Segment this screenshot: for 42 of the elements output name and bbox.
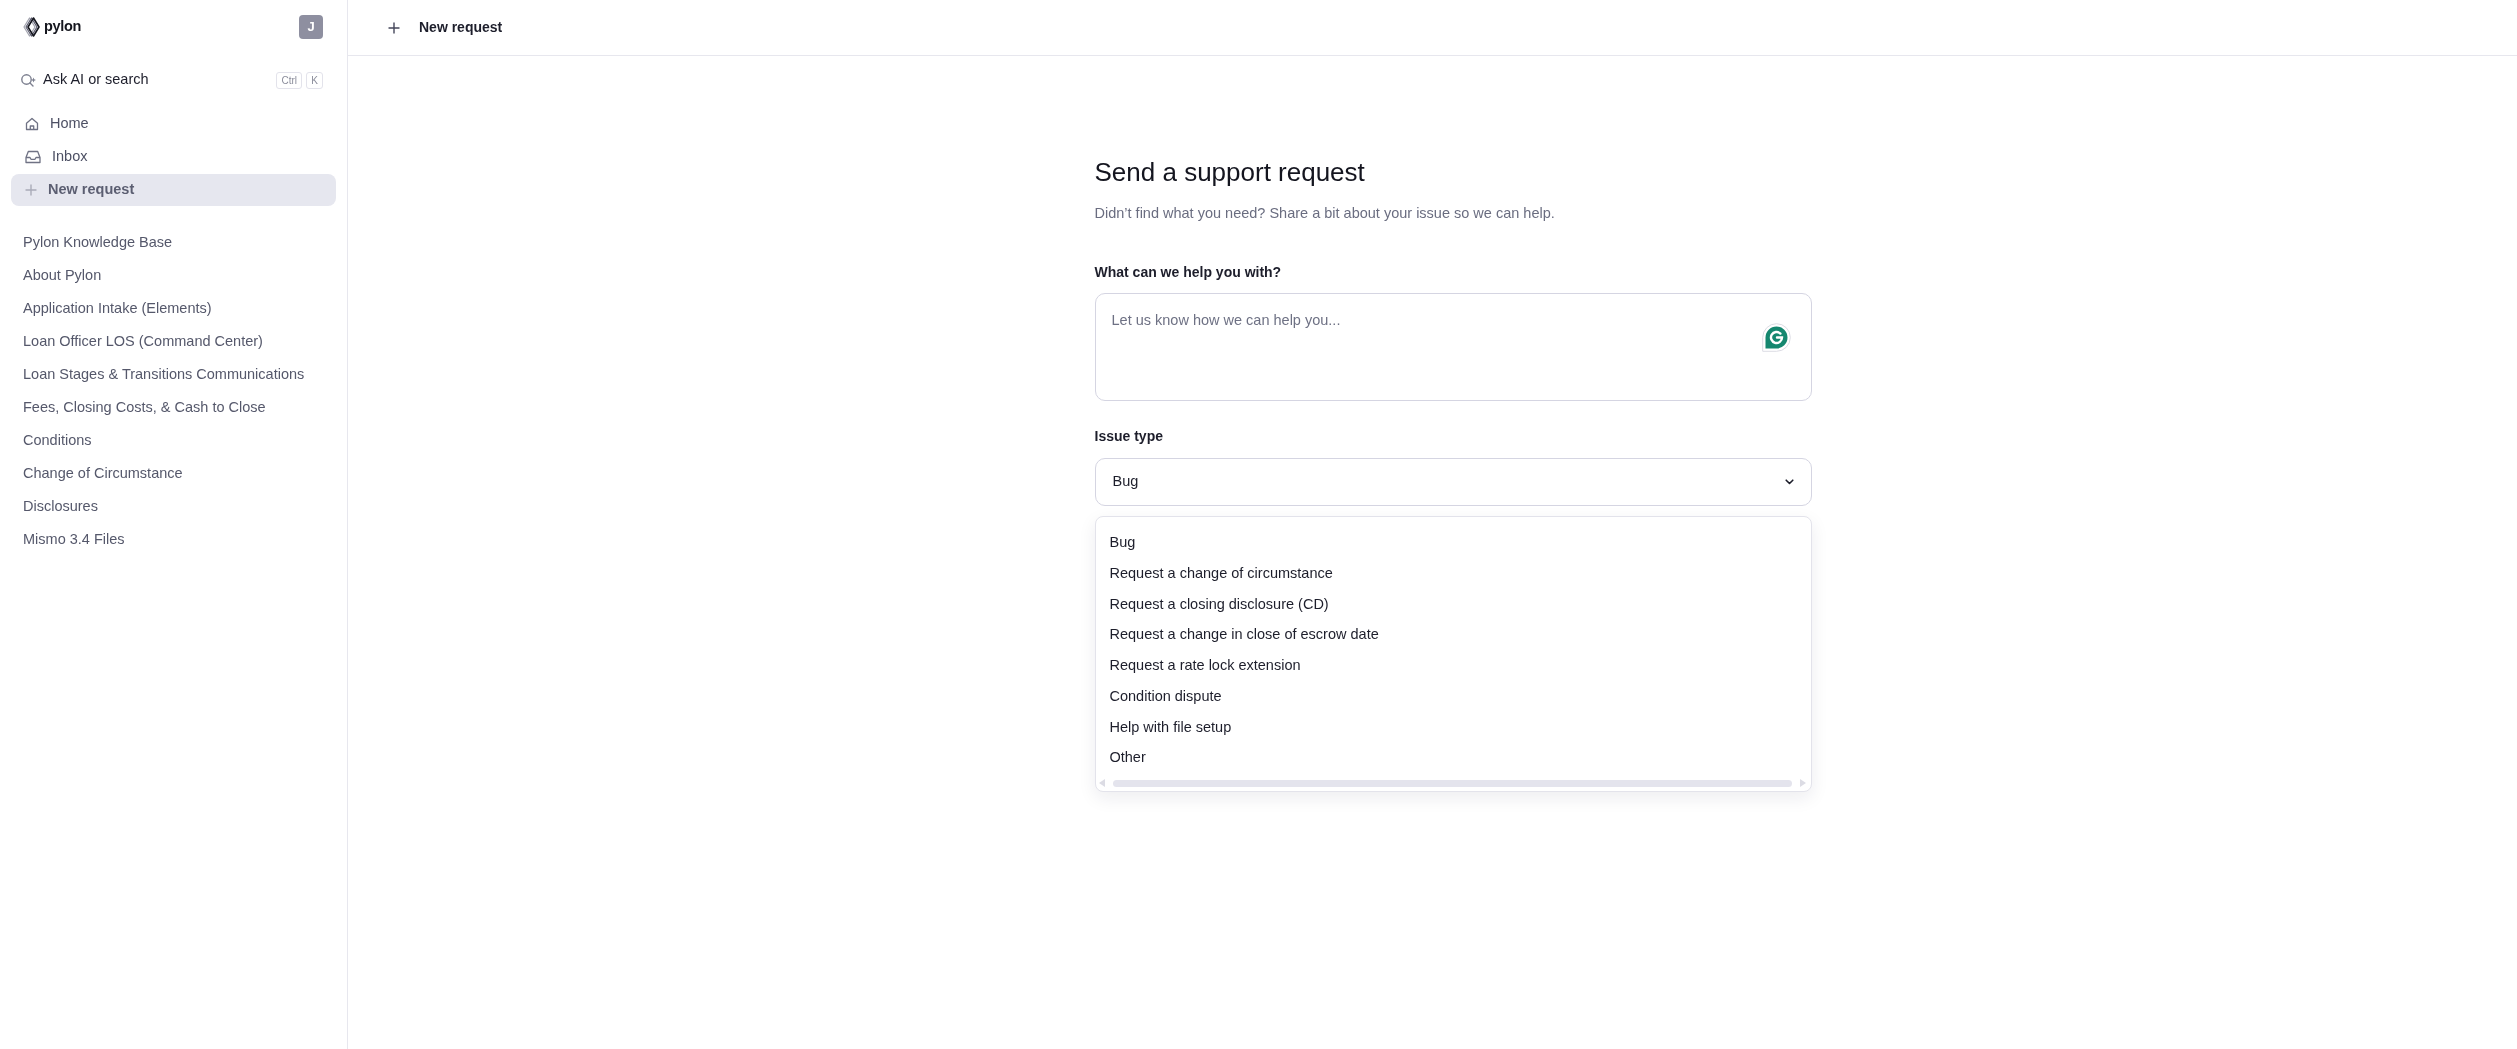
search-button[interactable]: Ask AI or search: [20, 69, 149, 91]
nav-item[interactable]: New request: [11, 174, 336, 206]
sidebar-link[interactable]: Fees, Closing Costs, & Cash to Close: [11, 391, 266, 424]
left-arrow-icon[interactable]: [1098, 779, 1105, 787]
search-sparkle-icon: [20, 73, 36, 87]
plus-icon: [388, 21, 400, 34]
shortcut-key: K: [306, 71, 323, 89]
inbox-icon: [25, 150, 41, 164]
form-title: Send a support request: [1094, 156, 1366, 188]
field-label: Issue type: [1094, 427, 1164, 446]
diamond-logo-icon: [23, 17, 40, 37]
dropdown-option[interactable]: Other: [1095, 742, 1811, 773]
dropdown-option[interactable]: Request a change of circumstance: [1095, 557, 1811, 589]
scrollbar-thumb[interactable]: [1112, 779, 1792, 787]
dropdown-option[interactable]: Request a rate lock extension: [1095, 650, 1811, 681]
sidebar-link[interactable]: Mismo 3.4 Files: [11, 523, 125, 556]
sidebar-link[interactable]: Loan Officer LOS (Command Center): [11, 325, 263, 358]
form-subtitle: Didn’t find what you need? Share a bit about your issue so we can help.: [1094, 204, 1556, 223]
sidebar-link[interactable]: Pylon Knowledge Base: [11, 226, 173, 259]
shortcut-key: Ctrl: [276, 71, 302, 89]
page-title: New request: [419, 18, 503, 37]
nav-item[interactable]: Inbox: [11, 141, 336, 173]
message-field[interactable]: Let us know how we can help you...: [1094, 293, 1812, 401]
dropdown-option[interactable]: Condition dispute: [1095, 680, 1811, 712]
dropdown-option[interactable]: Help with file setup: [1095, 711, 1811, 743]
sidebar-link[interactable]: About Pylon: [11, 259, 102, 292]
plus-icon: [25, 184, 37, 196]
nav-item[interactable]: Home: [11, 108, 336, 140]
sidebar-link[interactable]: Application Intake (Elements): [11, 292, 212, 325]
field-label: What can we help you with?: [1094, 263, 1283, 282]
sidebar-link[interactable]: Conditions: [11, 424, 92, 457]
sidebar-link[interactable]: Disclosures: [11, 490, 98, 523]
right-arrow-icon[interactable]: [1799, 779, 1806, 787]
dropdown-option[interactable]: Request a change in close of escrow date: [1095, 619, 1811, 650]
sidebar-link[interactable]: Loan Stages & Transitions Communications: [11, 358, 305, 391]
dropdown-option[interactable]: Request a closing disclosure (CD): [1095, 588, 1811, 620]
logo-text: pylon: [44, 17, 82, 37]
chevron-down-icon: [1784, 479, 1794, 485]
issue-type-select[interactable]: Bug: [1094, 458, 1812, 506]
home-icon: [25, 117, 39, 131]
dropdown-option[interactable]: Bug: [1095, 527, 1811, 558]
sidebar-link[interactable]: Change of Circumstance: [11, 457, 183, 490]
